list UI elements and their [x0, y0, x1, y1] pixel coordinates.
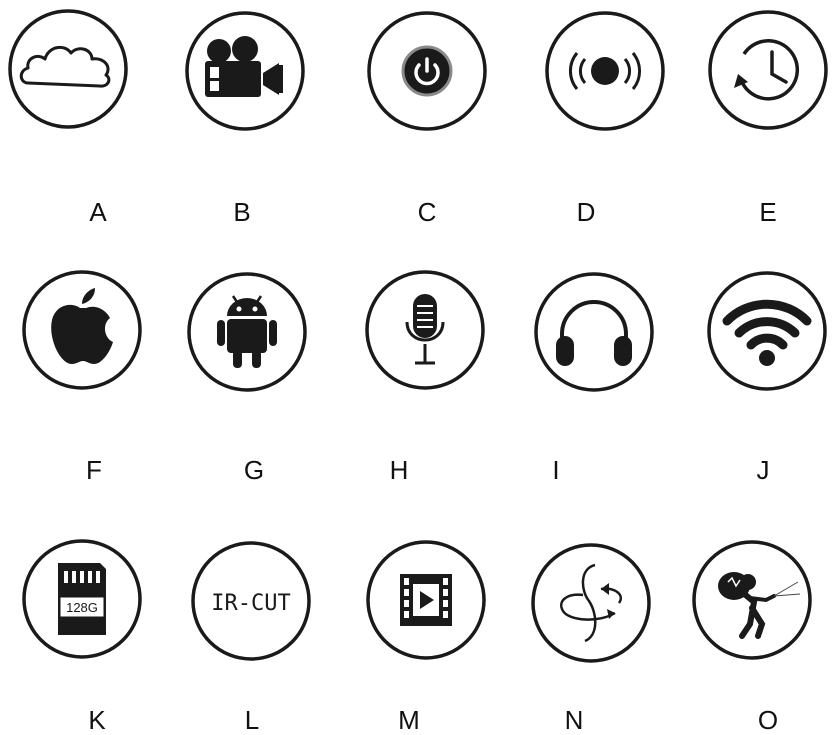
sd-card-icon: 128G	[20, 537, 144, 661]
history-icon	[706, 8, 830, 132]
label-k: K	[88, 705, 106, 735]
label-g: G	[243, 455, 265, 485]
wifi-icon	[705, 269, 829, 393]
label-h: H	[389, 455, 409, 485]
movie-camera-icon	[183, 9, 307, 133]
label-i: I	[552, 455, 560, 485]
power-icon	[365, 9, 489, 133]
rotate-icon	[529, 541, 653, 665]
sd-card-capacity-text: 128G	[66, 600, 98, 615]
label-a: A	[89, 197, 107, 227]
label-n: N	[564, 705, 584, 735]
label-o: O	[757, 705, 779, 735]
label-c: C	[417, 197, 437, 227]
label-j: J	[756, 455, 770, 485]
headphones-icon	[532, 270, 656, 394]
icon-sheet: 128G IR-CUT A B C D E F G H I J K L M N …	[0, 0, 832, 735]
label-f: F	[86, 455, 102, 485]
android-icon	[185, 270, 309, 394]
alarm-sound-icon	[543, 9, 667, 133]
label-e: E	[759, 197, 777, 227]
label-b: B	[233, 197, 251, 227]
apple-icon	[20, 268, 144, 392]
label-l: L	[244, 705, 260, 735]
label-d: D	[576, 197, 596, 227]
microphone-icon	[363, 268, 487, 392]
video-icon	[364, 538, 488, 662]
burglar-alarm-icon	[690, 538, 814, 662]
ir-cut-icon: IR-CUT	[189, 539, 313, 663]
ir-cut-text: IR-CUT	[211, 591, 290, 616]
cloud-icon	[6, 7, 130, 131]
label-m: M	[398, 705, 420, 735]
